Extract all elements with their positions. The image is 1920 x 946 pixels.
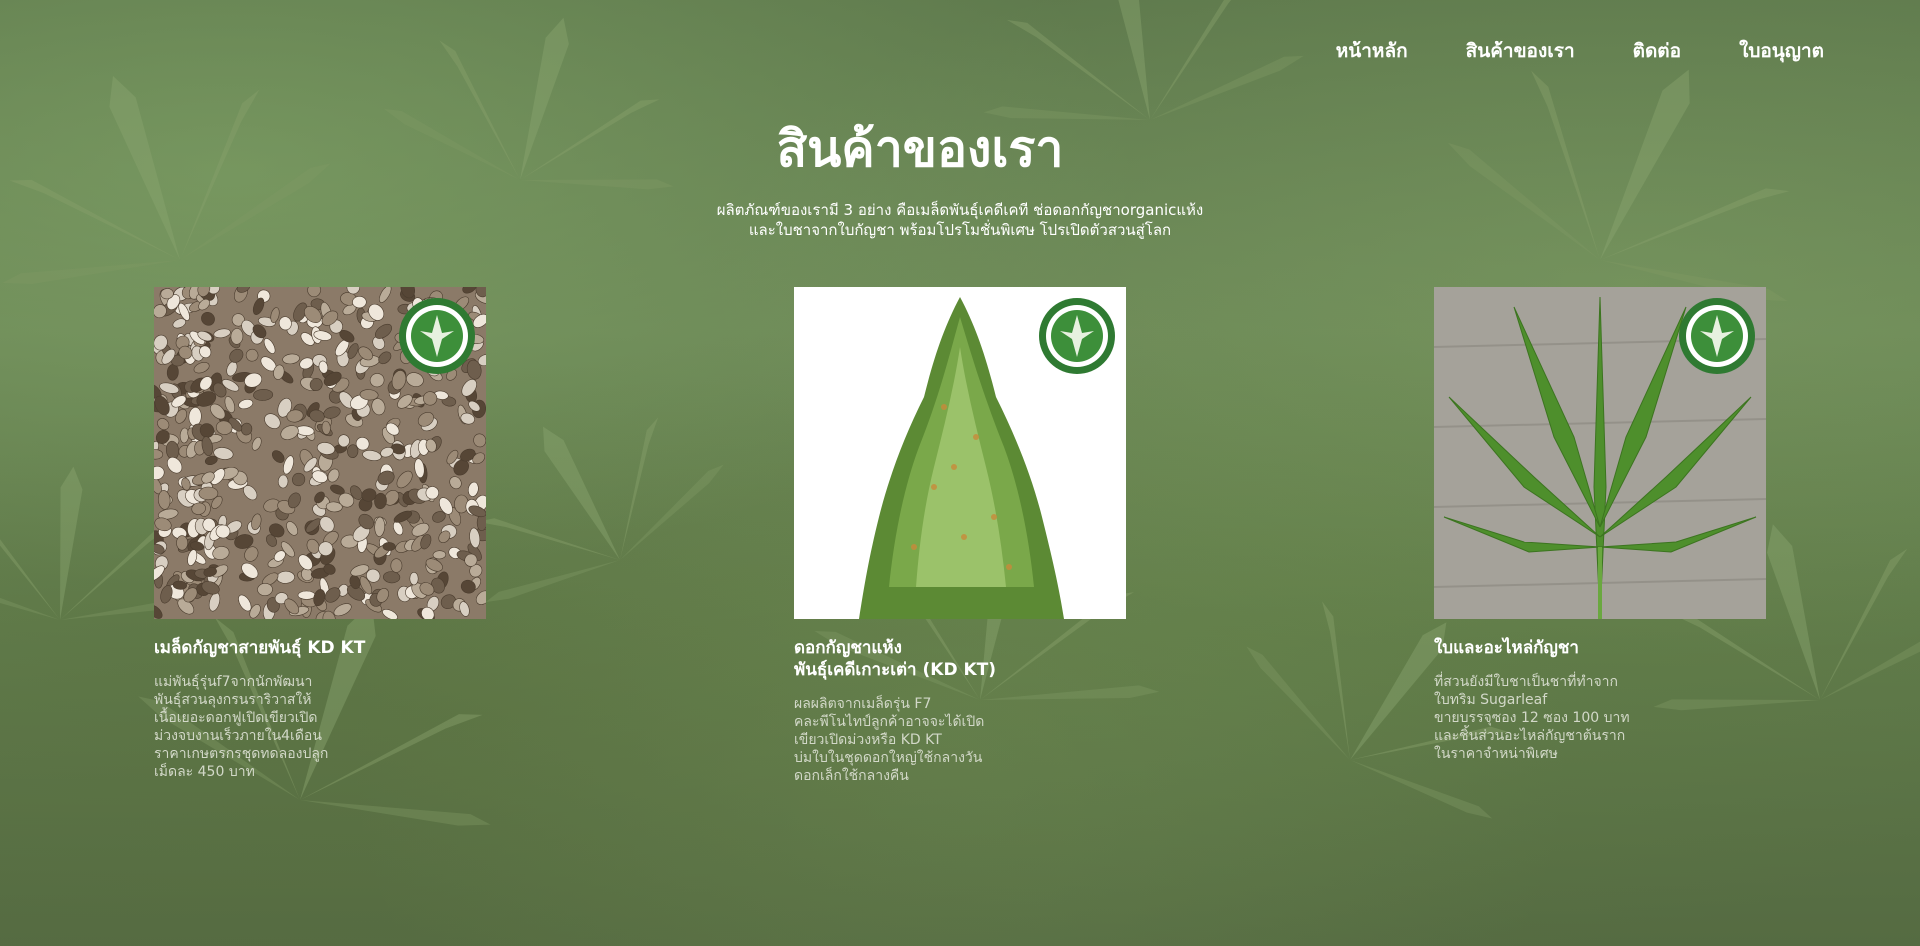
nav-item-license[interactable]: ใบอนุญาต [1739, 36, 1824, 66]
product-title[interactable]: ใบและอะไหล่กัญชา [1434, 637, 1766, 659]
product-title-line: ใบและอะไหล่กัญชา [1434, 638, 1579, 658]
green-logo-badge-icon [399, 298, 475, 374]
product-card-leaf: ใบและอะไหล่กัญชา ที่สวนยังมีใบชาเป็นชาที… [1434, 287, 1766, 763]
product-title[interactable]: ดอกกัญชาแห้ง พันธุ์เคดีเกาะเต่า (KD KT) [794, 637, 1126, 681]
description-line: บ่มใบในชุดดอกใหญ่ใช้กลางวัน [794, 750, 983, 766]
description-line: ใบทริม Sugarleaf [1434, 692, 1548, 708]
description-line: ที่สวนยังมีใบชาเป็นชาที่ทำจาก [1434, 674, 1619, 690]
product-description: ผลผลิตจากเมล็ดรุ่น F7 คละพีโนไทป์ลูกค้าอ… [794, 695, 1126, 785]
product-title[interactable]: เมล็ดกัญชาสายพันธุ์ KD KT [154, 637, 486, 659]
product-title-line: พันธุ์เคดีเกาะเต่า (KD KT) [794, 660, 997, 680]
cannabis-bud-image[interactable] [794, 287, 1126, 619]
green-logo-badge-icon [1679, 298, 1755, 374]
description-line: ดอกเล็กใช้กลางคืน [794, 768, 909, 784]
green-logo-badge-icon [1039, 298, 1115, 374]
description-line: ในราคาจำหน่าพิเศษ [1434, 746, 1558, 762]
description-line: ราคาเกษตรกรชุดทดลองปลูก [154, 746, 329, 762]
description-line: แม่พันธุ์รุ่นf7จากนักพัฒนา [154, 674, 313, 690]
intro-line: และใบชาจากใบกัญชา พร้อมโปรโมชั่นพิเศษ โป… [748, 221, 1172, 239]
product-title-line: ดอกกัญชาแห้ง [794, 638, 902, 658]
intro-line: ผลิตภัณฑ์ของเรามี 3 อย่าง คือเมล็ดพันธุ์… [716, 201, 1204, 219]
description-line: เม็ดละ 450 บาท [154, 764, 255, 780]
top-navigation: หน้าหลัก สินค้าของเรา ติดต่อ ใบอนุญาต [1336, 36, 1824, 66]
nav-item-contact[interactable]: ติดต่อ [1633, 36, 1681, 66]
description-line: เขียวเปิดม่วงหรือ KD KT [794, 732, 942, 748]
description-line: และชิ้นส่วนอะไหล่กัญชาต้นราก [1434, 728, 1626, 744]
description-line: ผลผลิตจากเมล็ดรุ่น F7 [794, 696, 932, 712]
product-title-line: เมล็ดกัญชาสายพันธุ์ KD KT [154, 638, 366, 658]
intro-text: ผลิตภัณฑ์ของเรามี 3 อย่าง คือเมล็ดพันธุ์… [0, 200, 1920, 240]
description-line: คละพีโนไทป์ลูกค้าอาจจะได้เปิด [794, 714, 985, 730]
product-card-flower: ดอกกัญชาแห้ง พันธุ์เคดีเกาะเต่า (KD KT) … [794, 287, 1126, 785]
product-card-seeds: เมล็ดกัญชาสายพันธุ์ KD KT แม่พันธุ์รุ่นf… [154, 287, 486, 781]
cannabis-leaf-image[interactable] [1434, 287, 1766, 619]
description-line: ขายบรรจุซอง 12 ซอง 100 บาท [1434, 710, 1630, 726]
product-description: ที่สวนยังมีใบชาเป็นชาที่ทำจาก ใบทริม Sug… [1434, 673, 1766, 763]
seeds-image[interactable] [154, 287, 486, 619]
page-title: สินค้าของเรา [776, 120, 1064, 178]
description-line: เนื้อเยอะดอกฟูเปิดเขียวเปิด [154, 710, 318, 726]
nav-item-products[interactable]: สินค้าของเรา [1466, 36, 1575, 66]
description-line: พันธุ์สวนลุงกรนราริวาสให้ [154, 692, 312, 708]
nav-item-home[interactable]: หน้าหลัก [1336, 36, 1408, 66]
product-description: แม่พันธุ์รุ่นf7จากนักพัฒนา พันธุ์สวนลุงก… [154, 673, 486, 781]
description-line: ม่วงจบงานเร็วภายใน4เดือน [154, 728, 322, 744]
